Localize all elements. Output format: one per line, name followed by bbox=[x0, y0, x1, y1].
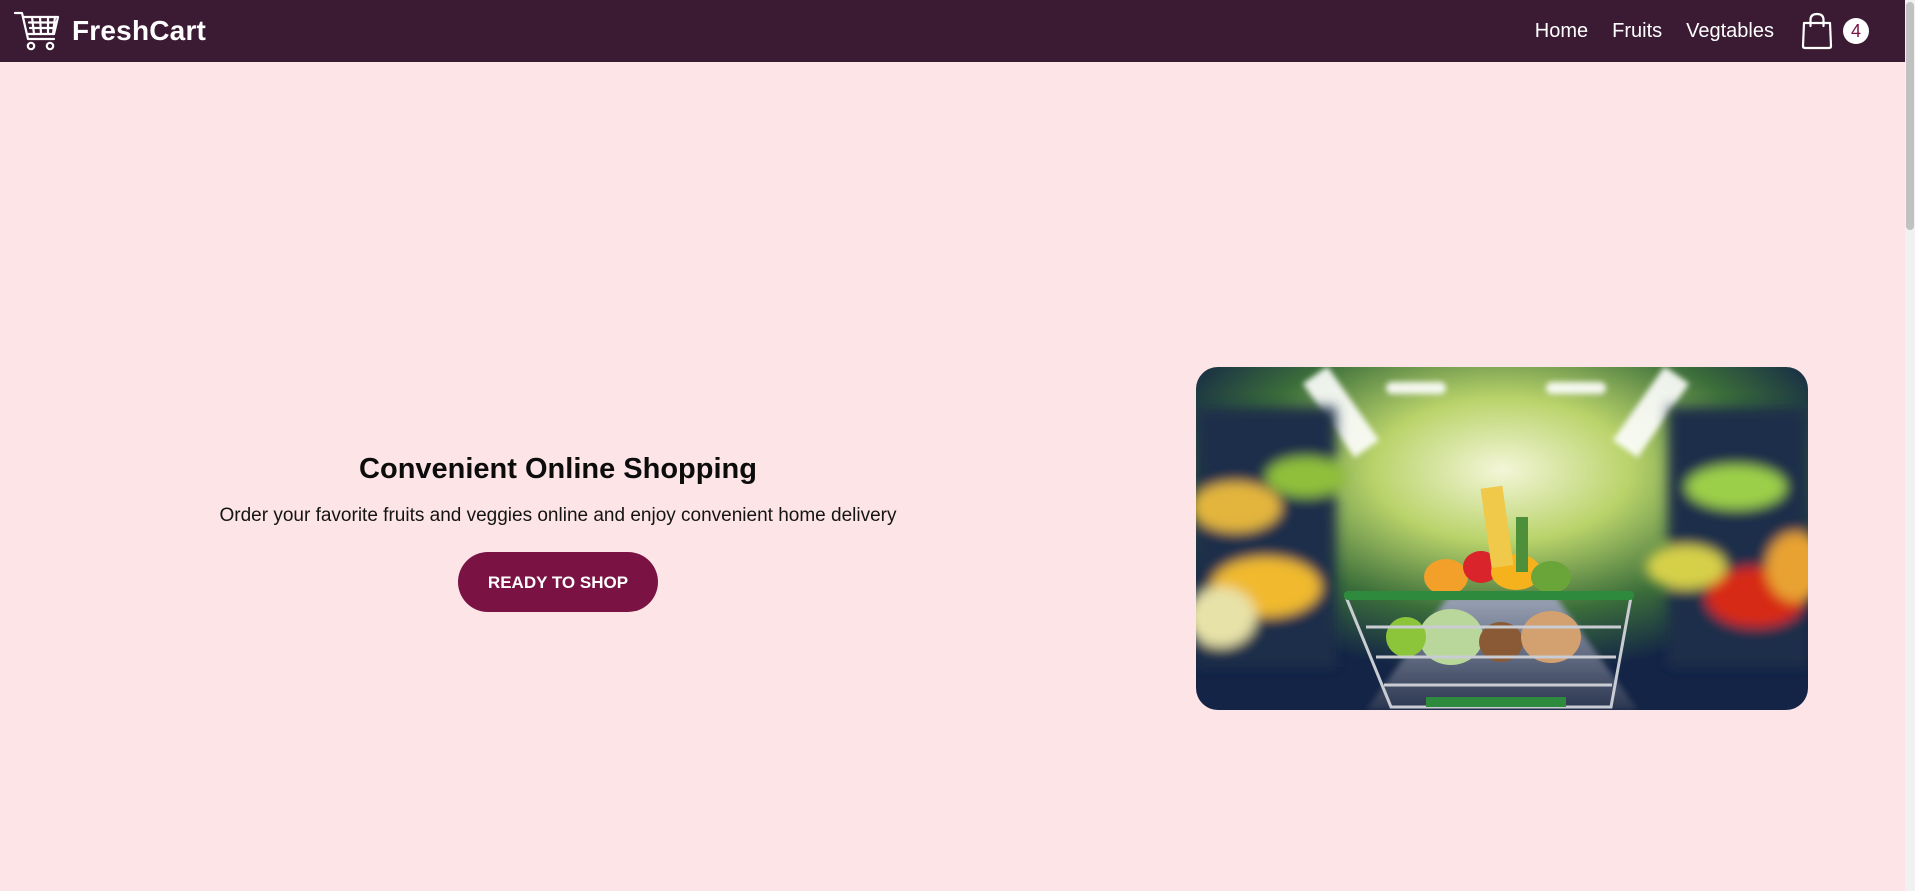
nav-link-vegetables[interactable]: Vegtables bbox=[1686, 20, 1774, 43]
brand-logo[interactable]: FreshCart bbox=[12, 7, 206, 55]
hero-text: Convenient Online Shopping Order your fa… bbox=[158, 445, 958, 612]
hero-title: Convenient Online Shopping bbox=[359, 453, 757, 485]
nav-link-home[interactable]: Home bbox=[1535, 20, 1588, 43]
cart-count-badge: 4 bbox=[1843, 18, 1869, 44]
hero-grocery-image bbox=[1196, 367, 1808, 710]
scrollbar-thumb[interactable] bbox=[1906, 2, 1914, 230]
brand-name: FreshCart bbox=[72, 15, 207, 46]
shopping-cart-icon bbox=[12, 7, 62, 55]
cart-button[interactable]: 4 bbox=[1800, 12, 1869, 50]
scrollbar[interactable] bbox=[1905, 0, 1915, 891]
nav-links: Home Fruits Vegtables 4 bbox=[1535, 0, 1905, 62]
ready-to-shop-button[interactable]: READY TO SHOP bbox=[458, 552, 658, 612]
navbar: FreshCart Home Fruits Vegtables 4 bbox=[0, 0, 1905, 62]
nav-link-fruits[interactable]: Fruits bbox=[1612, 20, 1662, 43]
shopping-bag-icon bbox=[1800, 12, 1834, 50]
hero-subtitle: Order your favorite fruits and veggies o… bbox=[219, 505, 897, 526]
